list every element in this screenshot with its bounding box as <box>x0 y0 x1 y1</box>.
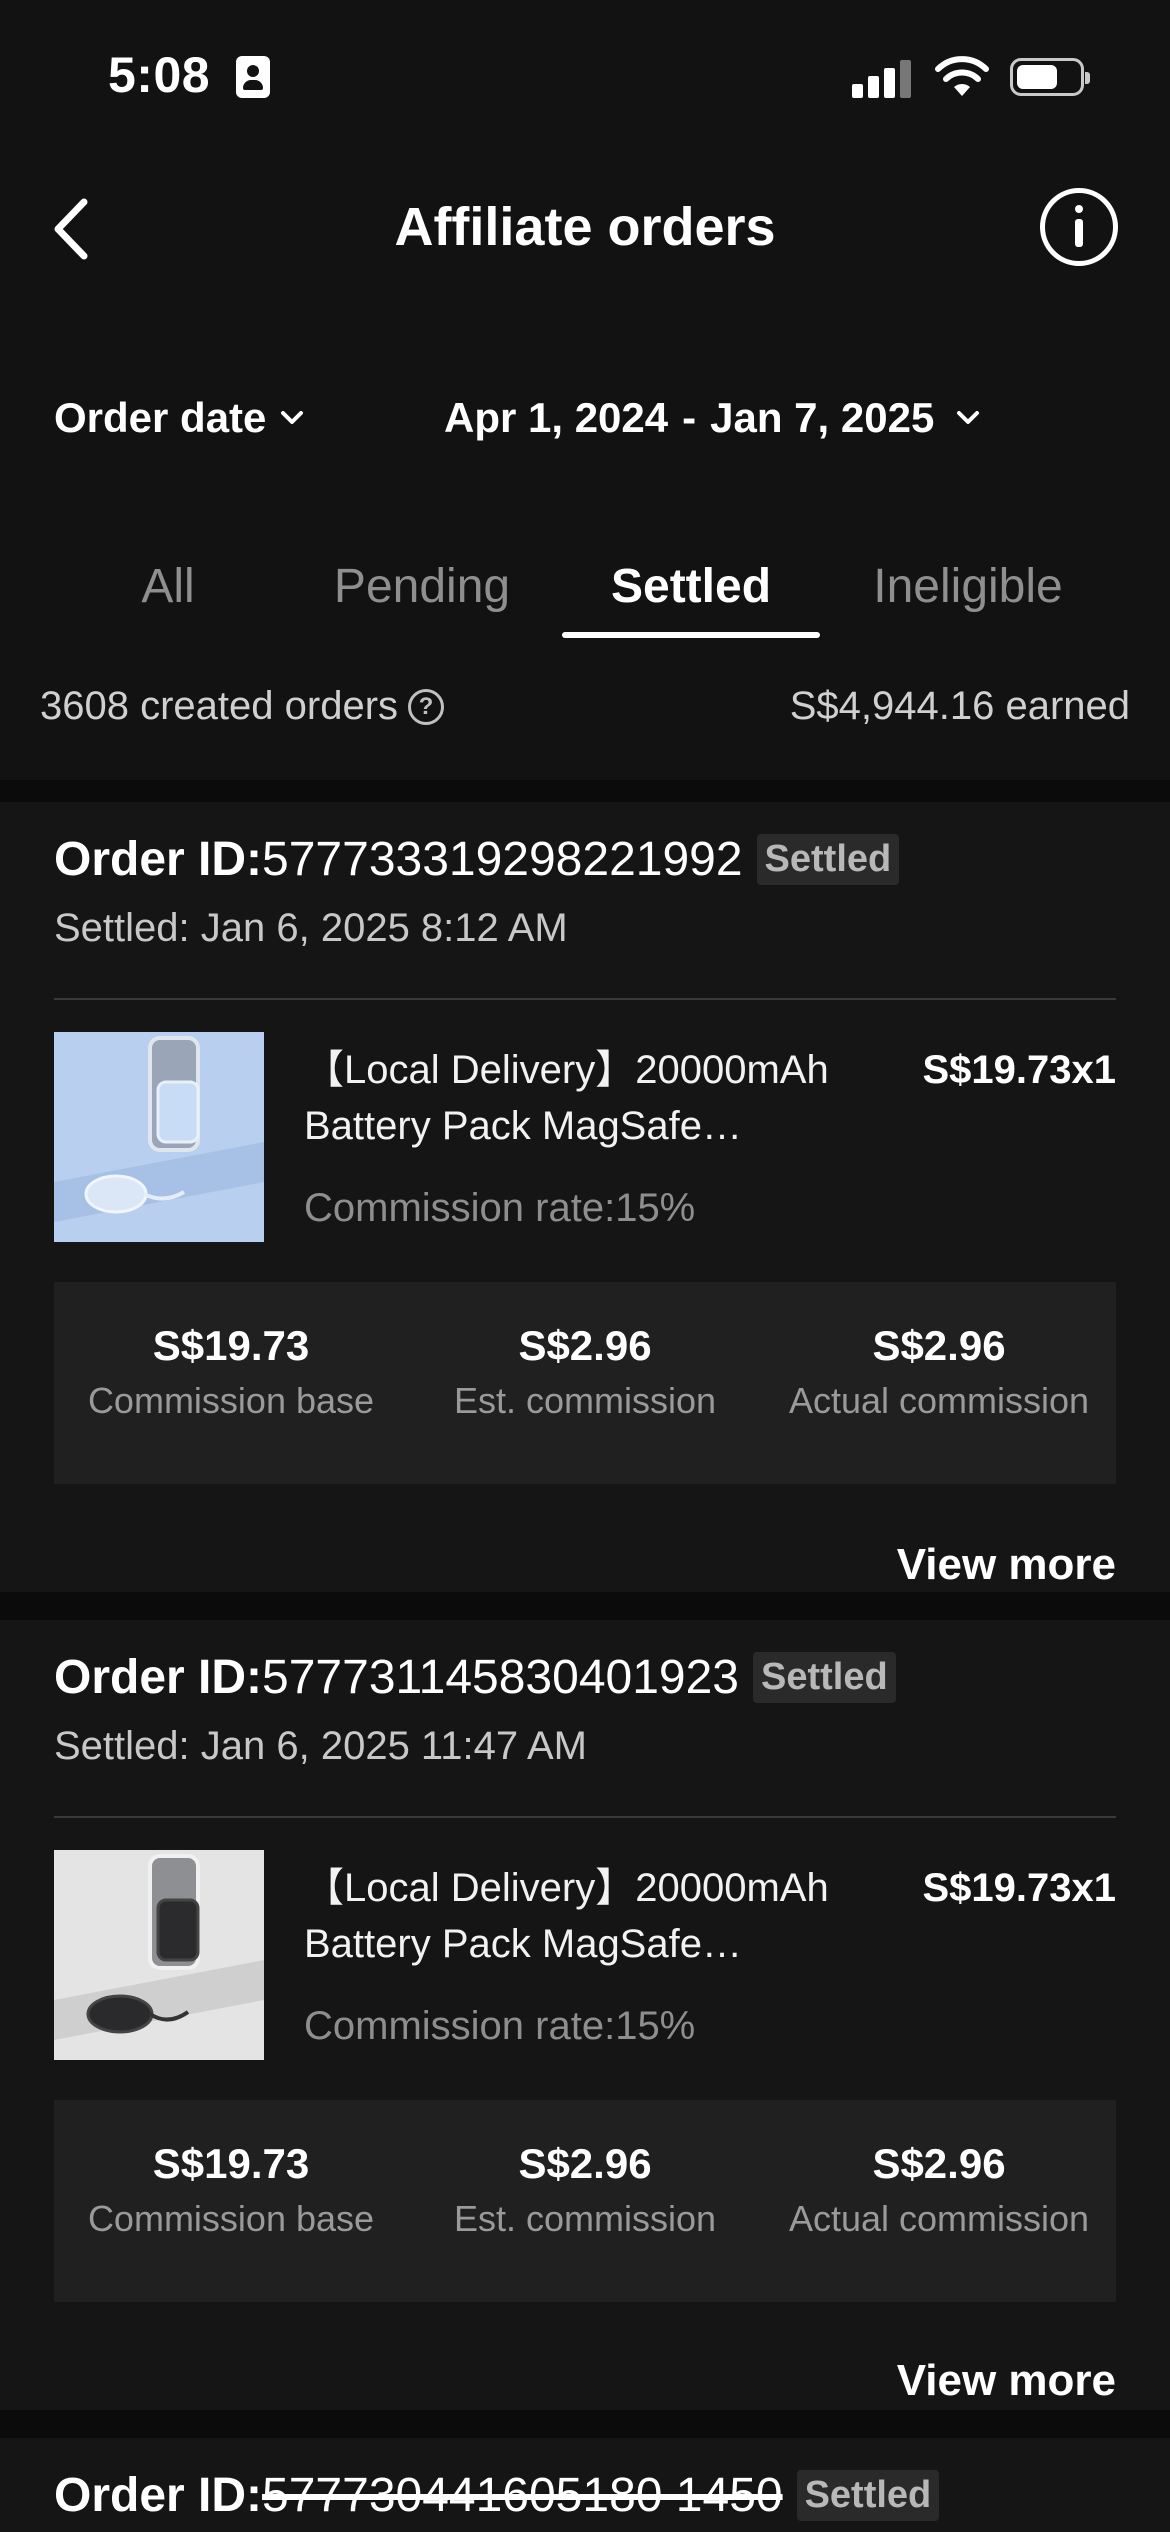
order-date-label: Order date <box>54 394 267 441</box>
commission-stats: S$19.73 Commission base S$2.96 Est. comm… <box>54 1282 1116 1484</box>
divider <box>54 1816 1116 1818</box>
help-icon[interactable]: ? <box>408 688 445 725</box>
wifi-icon <box>935 56 989 96</box>
active-tab-indicator <box>562 632 820 638</box>
stat-commission-base: S$19.73 Commission base <box>54 2140 408 2240</box>
settled-time: Settled: Jan 6, 2025 8:12 AM <box>54 906 568 950</box>
status-bar: 5:08 <box>0 0 1170 150</box>
stat-value: S$19.73 <box>152 1322 310 1369</box>
date-range-filter[interactable]: Apr 1, 2024 - Jan 7, 2025 <box>444 394 980 442</box>
stat-commission-base: S$19.73 Commission base <box>54 1322 408 1422</box>
product-thumbnail[interactable] <box>54 1032 264 1242</box>
date-range-end: Jan 7, 2025 <box>710 394 935 441</box>
order-date-filter[interactable]: Order date <box>54 394 304 442</box>
stat-est-commission: S$2.96 Est. commission <box>408 1322 762 1422</box>
stat-actual-commission: S$2.96 Actual commission <box>762 1322 1116 1422</box>
header: Affiliate orders Order date Apr 1, 2024 … <box>0 150 1170 780</box>
order-id-label: Order ID: <box>54 1651 263 1704</box>
stat-value: S$2.96 <box>872 2140 1006 2187</box>
order-id-label: Order ID: <box>54 833 263 886</box>
status-badge: Settled <box>756 834 900 885</box>
cellular-signal-icon <box>852 58 912 98</box>
earned-total: S$4,944.16 earned <box>789 684 1130 728</box>
stat-value: S$19.73 <box>152 2140 310 2187</box>
view-more-link[interactable]: View more <box>897 2356 1116 2406</box>
order-id-row: Order ID: 577733319298221992 Settled <box>54 832 900 887</box>
stat-label: Est. commission <box>453 1380 717 1421</box>
stat-value: S$2.96 <box>518 1322 652 1369</box>
stat-value: S$2.96 <box>872 1322 1006 1369</box>
product-name[interactable]: 【Local Delivery】20000mAh Battery Pack Ma… <box>304 1860 904 1972</box>
stat-label: Est. commission <box>453 2198 717 2239</box>
stat-label: Commission base <box>87 2198 375 2239</box>
info-icon[interactable] <box>1040 188 1118 266</box>
status-tabs: All Pending Settled Ineligible <box>0 550 1170 644</box>
battery-icon <box>1010 58 1090 96</box>
date-range-separator: - <box>682 394 697 441</box>
order-id-row: Order ID: 577731145830401923 Settled <box>54 1650 896 1705</box>
commission-rate: Commission rate:15% <box>304 1186 696 1230</box>
tab-all[interactable]: All <box>96 550 240 644</box>
contact-card-icon <box>236 56 270 98</box>
order-id: 577733319298221992 <box>262 833 743 886</box>
created-orders-count: 3608 created orders <box>40 684 399 728</box>
stat-label: Actual commission <box>788 1380 1090 1421</box>
product-name[interactable]: 【Local Delivery】20000mAh Battery Pack Ma… <box>304 1042 904 1154</box>
commission-stats: S$19.73 Commission base S$2.96 Est. comm… <box>54 2100 1116 2302</box>
stat-value: S$2.96 <box>518 2140 652 2187</box>
status-badge: Settled <box>796 2470 940 2521</box>
page-title: Affiliate orders <box>394 197 776 257</box>
date-range-start: Apr 1, 2024 <box>444 394 669 441</box>
summary-row: 3608 created orders ? S$4,944.16 earned <box>40 684 1130 729</box>
order-id: 577730441605180 1450 <box>262 2469 783 2522</box>
stat-est-commission: S$2.96 Est. commission <box>408 2140 762 2240</box>
product-thumbnail[interactable] <box>54 1850 264 2060</box>
stat-label: Actual commission <box>788 2198 1090 2239</box>
tab-ineligible[interactable]: Ineligible <box>850 550 1086 644</box>
order-card: Order ID: 577733319298221992 Settled Set… <box>0 802 1170 1592</box>
order-id-label: Order ID: <box>54 2469 263 2522</box>
tab-settled[interactable]: Settled <box>562 550 820 644</box>
tab-pending[interactable]: Pending <box>302 550 542 644</box>
order-id: 577731145830401923 <box>262 1651 739 1704</box>
status-time: 5:08 <box>108 47 211 103</box>
order-card: Order ID: 577731145830401923 Settled Set… <box>0 1620 1170 2410</box>
divider <box>54 998 1116 1000</box>
chevron-down-icon <box>957 411 980 424</box>
order-id-row: Order ID: 577730441605180 1450 Settled <box>54 2468 940 2523</box>
order-card: Order ID: 577730441605180 1450 Settled <box>0 2438 1170 2532</box>
chevron-down-icon <box>281 411 304 424</box>
view-more-link[interactable]: View more <box>897 1540 1116 1590</box>
stat-label: Commission base <box>87 1380 375 1421</box>
commission-rate: Commission rate:15% <box>304 2004 696 2048</box>
stat-actual-commission: S$2.96 Actual commission <box>762 2140 1116 2240</box>
product-price: S$19.73x1 <box>922 1866 1116 1910</box>
settled-time: Settled: Jan 6, 2025 11:47 AM <box>54 1724 587 1768</box>
product-price: S$19.73x1 <box>922 1048 1116 1092</box>
status-badge: Settled <box>752 1652 896 1703</box>
